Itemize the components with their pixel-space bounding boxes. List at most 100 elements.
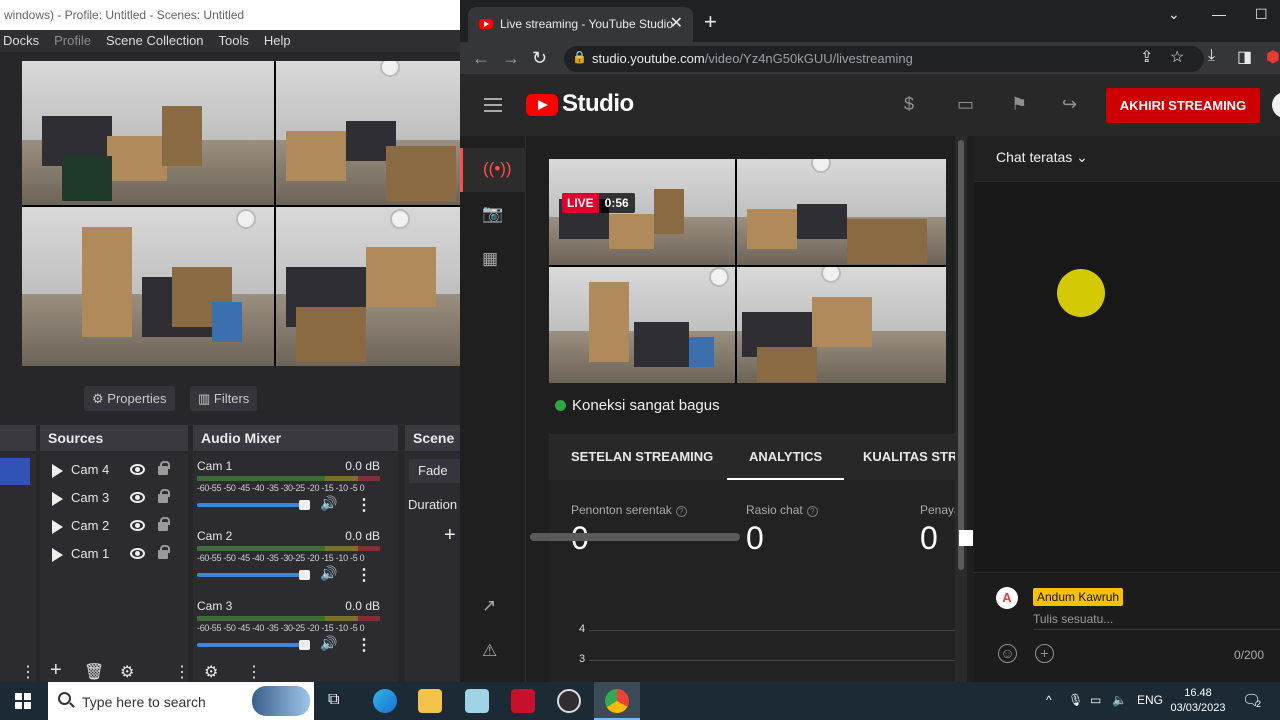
bookmark-icon[interactable]: ⚑ (1011, 94, 1027, 115)
trash-icon[interactable]: 🗑 (84, 662, 104, 682)
source-item[interactable]: Cam 4 (50, 457, 182, 483)
bookmark-star-icon[interactable]: ☆ (1170, 47, 1184, 67)
edge-icon[interactable] (373, 689, 397, 713)
task-view-icon[interactable]: ⧉ (328, 691, 339, 709)
lock-icon[interactable]: 🔒 (572, 50, 587, 64)
scene-selected[interactable] (0, 458, 30, 485)
volume-knob[interactable] (299, 500, 310, 510)
volume-knob[interactable] (299, 570, 310, 580)
microphone-icon[interactable]: 🎙 (1068, 693, 1083, 707)
monetization-icon[interactable]: $ (904, 94, 914, 115)
taskbar-clock[interactable]: 16.48 03/03/2023 (1168, 686, 1228, 716)
feedback-icon[interactable]: ⚠ (482, 641, 497, 661)
more-icon[interactable]: ⋮ (246, 662, 262, 682)
close-tab-icon[interactable]: ✕ (670, 7, 683, 41)
speaker-icon[interactable]: 🔊 (320, 495, 337, 512)
extension-icon[interactable]: ⬢ (1266, 47, 1280, 67)
speaker-icon[interactable]: 🔊 (320, 635, 337, 652)
youtube-logo-icon[interactable] (526, 94, 558, 116)
properties-button[interactable]: ⚙ Properties (84, 386, 175, 411)
end-stream-button[interactable]: AKHIRI STREAMING (1106, 88, 1260, 123)
new-tab-icon[interactable]: + (704, 9, 717, 35)
share-icon[interactable]: ↪ (1062, 94, 1077, 115)
lock-icon[interactable] (158, 461, 170, 475)
add-icon[interactable]: + (50, 659, 62, 682)
share-icon[interactable]: ⇪ (1140, 47, 1153, 67)
eye-icon[interactable] (130, 492, 145, 503)
main-vertical-scrollbar[interactable] (955, 136, 967, 682)
chat-mode-dropdown[interactable]: Chat teratas ⌄ (996, 149, 1088, 166)
more-icon[interactable]: ⋮ (356, 635, 372, 655)
studio-logo-text[interactable]: Studio (562, 90, 634, 118)
volume-slider[interactable] (197, 573, 305, 577)
app-icon[interactable] (511, 689, 535, 713)
menu-tools[interactable]: Tools (219, 30, 249, 52)
lock-icon[interactable] (158, 489, 170, 503)
filters-button[interactable]: ▥ Filters (190, 386, 258, 411)
volume-knob[interactable] (299, 640, 310, 650)
more-icon[interactable]: ⋮ (20, 662, 36, 682)
obs-icon[interactable] (557, 689, 581, 713)
sidebar-item-stream[interactable]: ((•)) (460, 148, 526, 192)
minimize-icon[interactable]: — (1212, 6, 1226, 22)
advanced-audio-icon[interactable]: ⚙ (204, 662, 218, 682)
avatar[interactable] (1272, 92, 1280, 118)
external-link-icon[interactable]: ↗ (482, 596, 496, 616)
tab-stream-quality[interactable]: KUALITAS STRE (863, 434, 960, 480)
download-icon[interactable]: ⤓ (1208, 47, 1215, 65)
camera-icon[interactable]: 📷 (482, 204, 503, 224)
browser-tab[interactable]: Live streaming - YouTube Studio ✕ (468, 7, 693, 42)
lock-icon[interactable] (158, 517, 170, 531)
maximize-icon[interactable]: ☐ (1255, 6, 1268, 23)
obs-window: windows) - Profile: Untitled - Scenes: U… (0, 0, 460, 682)
volume-icon[interactable]: 🔈 (1112, 693, 1127, 707)
file-explorer-icon[interactable] (418, 689, 442, 713)
emoji-icon[interactable]: ☺ (998, 644, 1017, 663)
reload-icon[interactable]: ↻ (532, 48, 547, 69)
language-indicator[interactable]: ENG (1137, 693, 1163, 707)
back-icon[interactable]: ← (472, 48, 490, 69)
chat-input[interactable]: Tulis sesuatu... (1033, 612, 1113, 626)
source-item[interactable]: Cam 2 (50, 513, 182, 539)
tab-stream-settings[interactable]: SETELAN STREAMING (571, 434, 713, 480)
transition-select[interactable]: Fade (409, 459, 460, 483)
lock-icon[interactable] (158, 545, 170, 559)
source-item[interactable]: Cam 3 (50, 485, 182, 511)
menu-docks[interactable]: Docks (3, 30, 39, 52)
forward-icon[interactable]: → (502, 48, 520, 69)
search-icon (58, 692, 71, 705)
eye-icon[interactable] (130, 464, 145, 475)
source-item[interactable]: Cam 1 (50, 541, 182, 567)
obs-preview-canvas[interactable] (22, 61, 460, 366)
network-icon[interactable]: ▭ (1090, 693, 1101, 707)
side-panel-icon[interactable]: ◨ (1237, 47, 1252, 67)
more-icon[interactable]: ⋮ (356, 565, 372, 585)
eye-icon[interactable] (130, 520, 145, 531)
menu-icon[interactable] (484, 98, 502, 112)
windows-start-icon[interactable] (15, 693, 31, 709)
calendar-icon[interactable]: ▦ (482, 249, 498, 269)
film-icon[interactable]: ▭ (957, 94, 974, 115)
chevron-up-icon[interactable]: ^ (1046, 693, 1052, 707)
add-transition-icon[interactable]: + (444, 524, 456, 547)
tab-search-icon[interactable]: ⌄ (1168, 6, 1180, 23)
more-icon[interactable]: ⋮ (356, 495, 372, 515)
taskbar-search-placeholder[interactable]: Type here to search (82, 694, 206, 710)
volume-slider[interactable] (197, 503, 305, 507)
stream-preview-player[interactable]: LIVE 0:56 (549, 159, 946, 383)
more-icon[interactable]: ⋮ (174, 662, 190, 682)
menu-scene-collection[interactable]: Scene Collection (106, 30, 204, 52)
notepad-icon[interactable] (465, 689, 489, 713)
gear-icon[interactable]: ⚙ (120, 662, 134, 682)
volume-slider[interactable] (197, 643, 305, 647)
add-icon[interactable]: + (1035, 644, 1054, 663)
scroll-corner (959, 530, 973, 546)
menu-profile[interactable]: Profile (54, 30, 91, 52)
main-horizontal-scrollbar[interactable] (530, 533, 960, 541)
speaker-icon[interactable]: 🔊 (320, 565, 337, 582)
menu-help[interactable]: Help (264, 30, 291, 52)
chrome-taskbar-button[interactable] (594, 682, 640, 720)
url-text[interactable]: studio.youtube.com/video/Yz4nG50kGUU/liv… (592, 51, 913, 66)
eye-icon[interactable] (130, 548, 145, 559)
tab-analytics[interactable]: ANALYTICS (727, 434, 845, 480)
